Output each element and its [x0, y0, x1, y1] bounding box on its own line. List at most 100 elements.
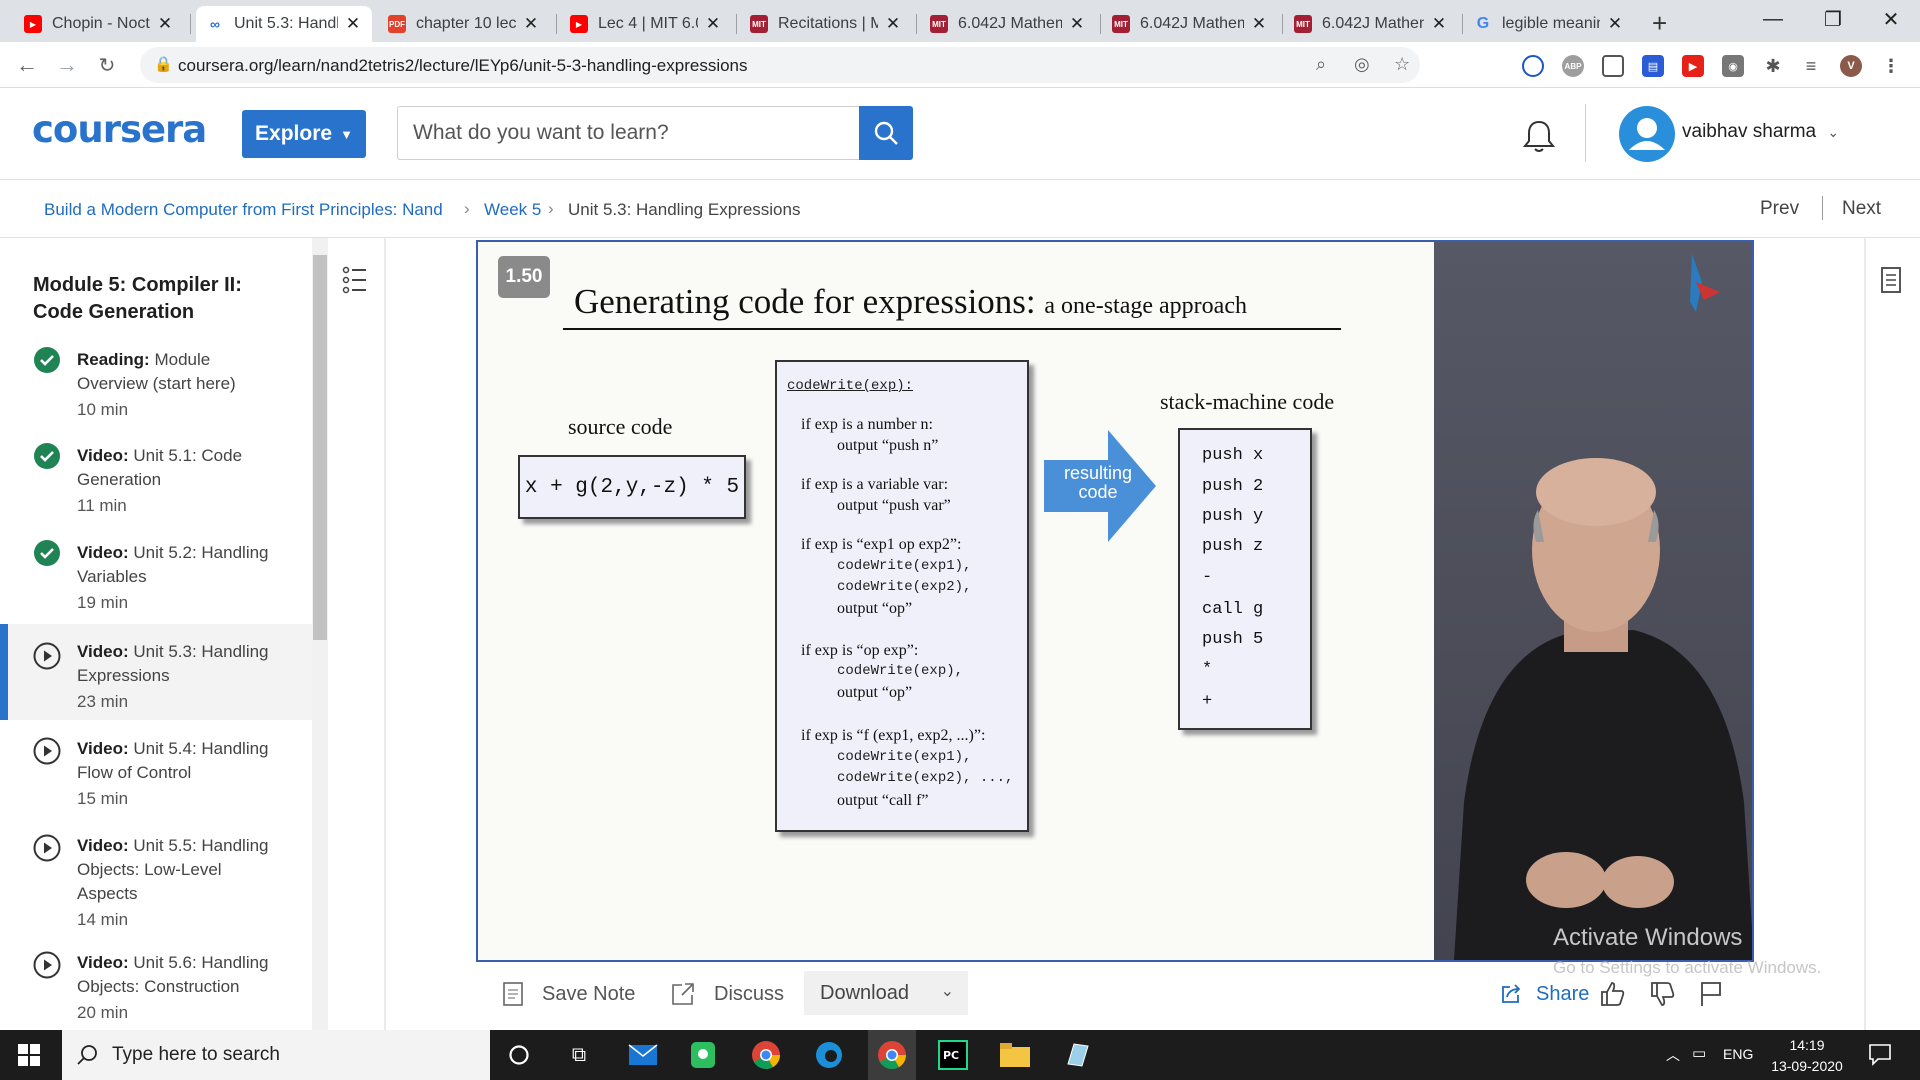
evernote-icon[interactable] — [686, 1038, 720, 1072]
close-icon[interactable]: ✕ — [344, 14, 362, 34]
breadcrumb-week-link[interactable]: Week 5 — [484, 200, 541, 220]
item-kind: Video: — [77, 543, 129, 562]
task-view-icon[interactable]: ⧉ — [562, 1038, 596, 1072]
close-icon[interactable]: ✕ — [704, 14, 722, 34]
app-icon[interactable] — [1060, 1038, 1094, 1072]
reload-icon[interactable]: ↻ — [92, 50, 122, 80]
star-icon[interactable]: ☆ — [1394, 54, 1410, 75]
dislike-button[interactable] — [1648, 972, 1676, 1016]
prev-button[interactable]: Prev — [1760, 198, 1799, 220]
site-header: coursera Explore ▼ What do you want to l… — [0, 88, 1920, 180]
notifications-icon[interactable] — [1868, 1042, 1892, 1071]
notification-bell-icon[interactable] — [1522, 118, 1556, 159]
stack-code-box: push x push 2 push y push z - call g pus… — [1178, 428, 1312, 730]
notes-panel-icon[interactable] — [1880, 266, 1902, 299]
media-queue-icon[interactable]: ≡ — [1800, 55, 1822, 77]
sidebar-item-unit-5-4[interactable]: Video: Unit 5.4: Handling Flow of Contro… — [0, 731, 312, 827]
chrome-icon[interactable] — [749, 1038, 783, 1072]
user-avatar[interactable] — [1619, 106, 1675, 162]
codewrite-header: codeWrite(exp): — [787, 378, 914, 394]
reader-extension-icon[interactable]: ▤ — [1642, 55, 1664, 77]
user-menu[interactable]: vaibhav sharma ⌄ — [1682, 121, 1839, 143]
browser-tab[interactable]: MIT Recitations | Ma ✕ — [740, 6, 912, 42]
address-bar[interactable]: 🔒 coursera.org/learn/nand2tetris2/lectur… — [140, 47, 1420, 83]
pycharm-icon[interactable]: PC — [936, 1038, 970, 1072]
search-button[interactable] — [859, 106, 913, 160]
sidebar-item-unit-5-3[interactable]: Video: Unit 5.3: Handling Expressions 23… — [0, 624, 312, 720]
slide-number-badge: 1.50 — [498, 256, 550, 298]
tray-chevron-up-icon[interactable]: ︿ — [1666, 1045, 1680, 1065]
eye-slash-icon[interactable]: ◎ — [1354, 54, 1370, 75]
sidebar-scroll-thumb[interactable] — [313, 255, 327, 640]
close-icon[interactable]: ✕ — [1606, 14, 1624, 34]
search-input[interactable]: What do you want to learn? — [397, 106, 859, 160]
file-explorer-icon[interactable] — [998, 1038, 1032, 1072]
play-circle-icon — [33, 642, 61, 670]
puzzle-icon[interactable]: ✱ — [1762, 55, 1784, 77]
coursera-logo[interactable]: coursera — [32, 108, 207, 151]
discuss-button[interactable]: Discuss — [670, 972, 784, 1016]
new-tab-button[interactable]: + — [1652, 8, 1667, 39]
breadcrumb-course-link[interactable]: Build a Modern Computer from First Princ… — [44, 200, 443, 220]
battery-icon[interactable]: ▭ — [1692, 1044, 1706, 1062]
close-icon[interactable]: ✕ — [884, 14, 902, 34]
sidebar-item-reading-overview[interactable]: Reading: Module Overview (start here) 10… — [0, 342, 312, 438]
adblock-icon[interactable]: ABP — [1562, 55, 1584, 77]
mail-icon[interactable] — [626, 1038, 660, 1072]
maximize-icon[interactable]: ❐ — [1804, 0, 1862, 38]
taskbar-search-input[interactable]: Type here to search — [62, 1030, 490, 1080]
browser-tab[interactable]: MIT 6.042J Mathem ✕ — [1102, 6, 1278, 42]
url-text[interactable]: coursera.org/learn/nand2tetris2/lecture/… — [178, 56, 748, 76]
window-close-icon[interactable]: ✕ — [1862, 0, 1920, 38]
sidebar-item-unit-5-2[interactable]: Video: Unit 5.2: Handling Variables 19 m… — [0, 535, 312, 631]
play-circle-icon — [33, 951, 61, 979]
forward-icon[interactable]: → — [52, 50, 82, 80]
menu-kebab-icon[interactable]: ⋮ — [1880, 55, 1902, 77]
browser-tab-active[interactable]: ∞ Unit 5.3: Handli ✕ — [196, 6, 372, 42]
sidebar-item-unit-5-6[interactable]: Video: Unit 5.6: Handling Objects: Const… — [0, 945, 312, 1030]
save-note-button[interactable]: Save Note — [502, 972, 635, 1016]
explore-button[interactable]: Explore ▼ — [242, 110, 366, 158]
back-icon[interactable]: ← — [12, 50, 42, 80]
browser-tab[interactable]: MIT 6.042J Mathem ✕ — [920, 6, 1096, 42]
like-button[interactable] — [1598, 972, 1626, 1016]
browser-tab[interactable]: G legible meanin ✕ — [1464, 6, 1634, 42]
report-button[interactable] — [1698, 972, 1724, 1016]
edge-icon[interactable] — [812, 1038, 846, 1072]
browser-tab[interactable]: MIT 6.042J Mathem ✕ — [1284, 6, 1458, 42]
zoom-icon[interactable]: ⌕ — [1316, 54, 1326, 75]
minimize-icon[interactable]: — — [1744, 0, 1802, 38]
share-button[interactable]: Share — [1500, 972, 1589, 1016]
tab-title: 6.042J Mathem — [958, 15, 1062, 32]
sidebar-item-unit-5-1[interactable]: Video: Unit 5.1: Code Generation 11 min — [0, 438, 312, 534]
video-player[interactable]: 1.50 Generating code for expressions: a … — [476, 240, 1754, 962]
windows-start-icon[interactable] — [12, 1038, 46, 1072]
tab-title: chapter 10 lect — [416, 15, 516, 32]
pocket-icon[interactable] — [1602, 55, 1624, 77]
close-icon[interactable]: ✕ — [1430, 14, 1448, 34]
language-indicator[interactable]: ENG — [1723, 1046, 1753, 1062]
browser-tab[interactable]: ▶ Chopin - Noctu ✕ — [14, 6, 184, 42]
item-duration: 15 min — [77, 789, 129, 808]
next-button[interactable]: Next — [1842, 198, 1881, 220]
cortana-icon[interactable] — [502, 1038, 536, 1072]
taskbar-clock[interactable]: 14:19 13-09-2020 — [1762, 1035, 1852, 1077]
close-icon[interactable]: ✕ — [1068, 14, 1086, 34]
tab-title: Unit 5.3: Handli — [234, 15, 338, 32]
camera-extension-icon[interactable]: ◉ — [1722, 55, 1744, 77]
close-icon[interactable]: ✕ — [1250, 14, 1268, 34]
chrome-icon-active[interactable] — [868, 1030, 916, 1080]
browser-tab[interactable]: ▶ Lec 4 | MIT 6.04 ✕ — [560, 6, 732, 42]
browser-tab[interactable]: PDF chapter 10 lect ✕ — [378, 6, 550, 42]
slide-title-main: Generating code for expressions: — [574, 282, 1036, 321]
outline-list-icon[interactable] — [328, 252, 384, 308]
tab-title: 6.042J Mathem — [1140, 15, 1244, 32]
close-icon[interactable]: ✕ — [522, 14, 540, 34]
download-dropdown[interactable]: Download ⌄ — [804, 971, 968, 1015]
slide-title: Generating code for expressions: a one-s… — [574, 282, 1247, 322]
close-icon[interactable]: ✕ — [156, 14, 174, 34]
profile-avatar[interactable]: V — [1840, 55, 1862, 77]
sidebar-item-unit-5-5[interactable]: Video: Unit 5.5: Handling Objects: Low-L… — [0, 828, 312, 948]
youtube-extension-icon[interactable]: ▶ — [1682, 55, 1704, 77]
block-extension-icon[interactable] — [1522, 55, 1544, 77]
